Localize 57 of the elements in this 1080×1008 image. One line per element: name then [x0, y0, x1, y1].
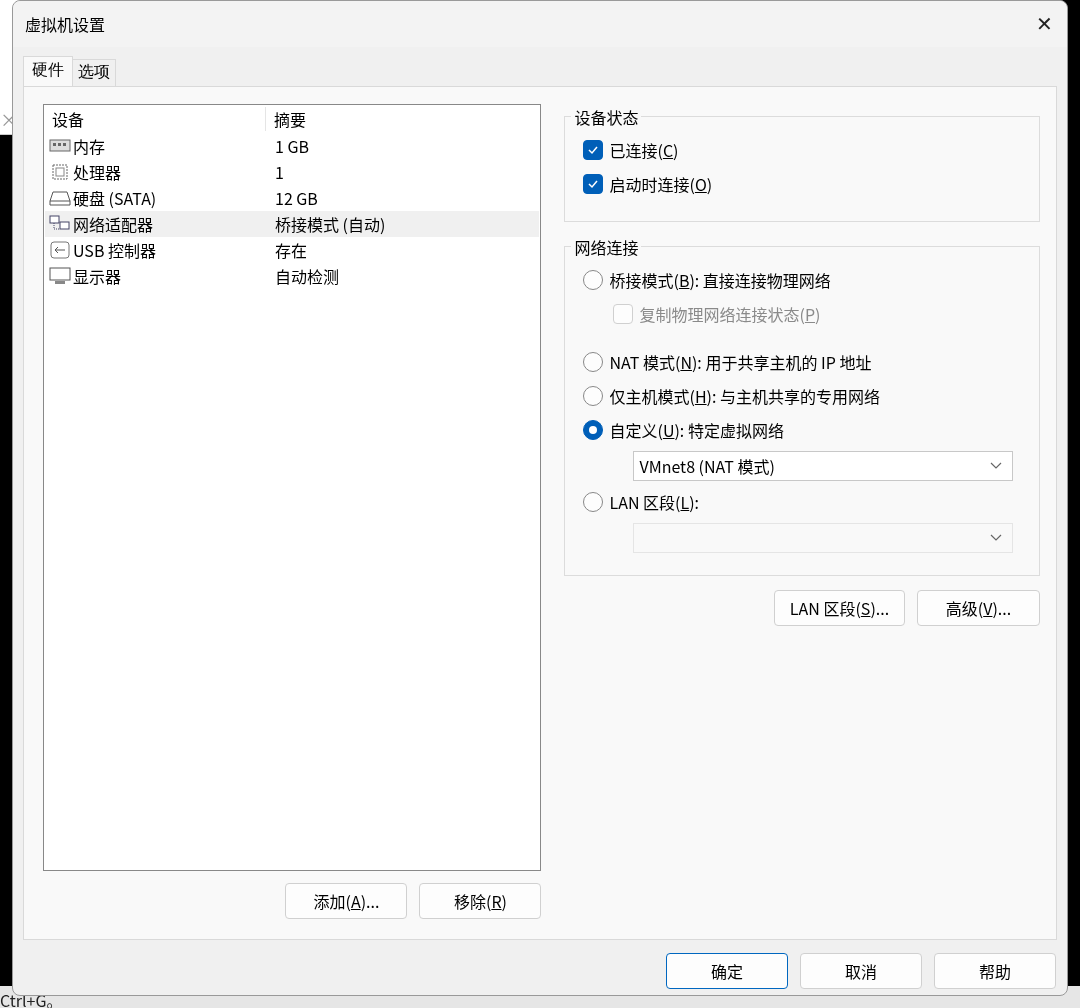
device-row[interactable]: 网络适配器 桥接模式 (自动): [45, 211, 540, 237]
radio-label: LAN 区段(L):: [609, 490, 700, 514]
window-title: 虚拟机设置: [25, 12, 105, 36]
radio-button[interactable]: [583, 420, 604, 440]
device-summary: 自动检测: [274, 264, 340, 288]
device-name: 显示器: [73, 264, 121, 288]
checkbox-label: 复制物理网络连接状态(P): [639, 302, 821, 326]
checkbox-label: 启动时连接(O): [609, 172, 713, 196]
radio-label: NAT 模式(N): 用于共享主机的 IP 地址: [609, 350, 872, 374]
device-name: 处理器: [73, 160, 121, 184]
dialog-button[interactable]: 帮助: [934, 953, 1056, 989]
radio-label: 自定义(U): 特定虚拟网络: [609, 418, 784, 442]
checkbox[interactable]: [583, 174, 604, 194]
column-header[interactable]: 设备: [44, 107, 266, 131]
close-button[interactable]: ✕: [1021, 1, 1067, 47]
remove-button[interactable]: 移除(R): [419, 883, 542, 919]
network-dropdown[interactable]: VMnet8 (NAT 模式): [633, 451, 1014, 481]
device-row[interactable]: 内存 1 GB: [45, 133, 540, 159]
checkmark-icon: [587, 145, 600, 155]
device-name: 网络适配器: [73, 212, 153, 236]
dialog-button[interactable]: 确定: [666, 953, 788, 989]
radio-button[interactable]: [583, 386, 604, 406]
network-icon: [49, 215, 71, 233]
monitor-icon: [49, 267, 71, 285]
memory-icon: [49, 137, 71, 155]
device-name: 内存: [73, 134, 105, 158]
chip-icon: [49, 163, 71, 181]
dialog-button[interactable]: 取消: [800, 953, 922, 989]
checkmark-icon: [587, 179, 600, 189]
lan-segments-button[interactable]: LAN 区段(S)...: [774, 590, 905, 626]
radio-button[interactable]: [583, 270, 604, 290]
hard-drive-icon: [49, 189, 71, 207]
checkbox-label: 已连接(C): [609, 138, 679, 162]
device-summary: 桥接模式 (自动): [274, 212, 387, 236]
device-name: 硬盘 (SATA): [73, 186, 157, 210]
device-row[interactable]: 显示器 自动检测: [45, 263, 540, 289]
device-row[interactable]: 处理器 1: [45, 159, 540, 185]
column-header[interactable]: 摘要: [266, 107, 541, 131]
device-name: USB 控制器: [73, 238, 156, 262]
chevron-down-icon: [990, 462, 1003, 470]
tab[interactable]: 选项: [72, 59, 116, 86]
tab[interactable]: 硬件: [23, 56, 73, 86]
chevron-down-icon: [990, 534, 1003, 542]
radio-label: 仅主机模式(H): 与主机共享的专用网络: [609, 384, 880, 408]
device-row[interactable]: USB 控制器 存在: [45, 237, 540, 263]
device-row[interactable]: 硬盘 (SATA) 12 GB: [45, 185, 540, 211]
device-summary: 1 GB: [274, 134, 310, 158]
device-summary: 12 GB: [274, 186, 319, 210]
device-summary: 1: [274, 160, 285, 184]
radio-button[interactable]: [583, 492, 604, 512]
device-summary: 存在: [274, 238, 308, 262]
checkbox[interactable]: [583, 140, 604, 160]
add-button[interactable]: 添加(A)...: [285, 883, 408, 919]
advanced-button[interactable]: 高级(V)...: [917, 590, 1040, 626]
radio-label: 桥接模式(B): 直接连接物理网络: [609, 268, 831, 292]
radio-button[interactable]: [583, 352, 604, 372]
dropdown-value: VMnet8 (NAT 模式): [639, 454, 775, 478]
